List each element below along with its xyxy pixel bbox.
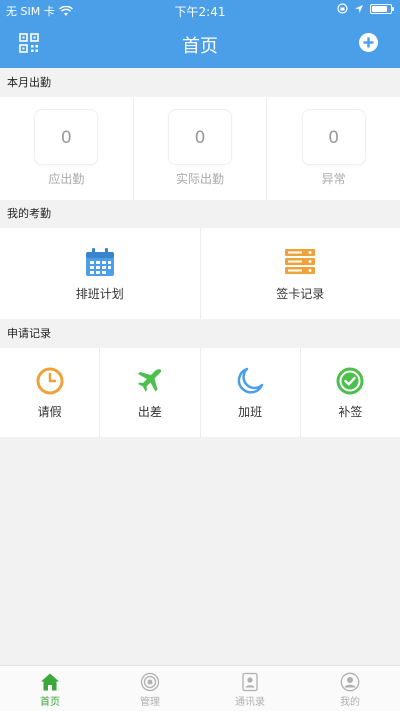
- status-right: [337, 3, 394, 14]
- add-circle-icon[interactable]: [359, 33, 378, 52]
- supplement-sign-label: 补签: [338, 405, 363, 419]
- overtime-button[interactable]: 加班: [201, 348, 301, 437]
- tab-profile[interactable]: 我的: [300, 666, 400, 711]
- moon-icon: [237, 367, 264, 394]
- business-trip-button[interactable]: 出差: [100, 348, 201, 437]
- attendance-abnormal-label: 异常: [321, 172, 346, 186]
- attendance-required-label: 应出勤: [48, 172, 85, 186]
- status-bar: 无 SIM 卡 下午2:41: [0, 0, 400, 20]
- schedule-plan-label: 排班计划: [75, 287, 124, 301]
- clock-records-label: 签卡记录: [276, 287, 325, 301]
- section-requests: 申请记录: [7, 327, 51, 340]
- clock-icon: [36, 367, 64, 395]
- page-title: 首页: [182, 36, 218, 57]
- tab-home-label: 首页: [40, 697, 60, 708]
- tab-home[interactable]: 首页: [0, 666, 100, 711]
- attendance-abnormal[interactable]: 0 异常: [267, 97, 400, 200]
- leave-button[interactable]: 请假: [0, 348, 101, 437]
- nav-bar: 首页: [0, 22, 400, 66]
- attendance-required[interactable]: 0 应出勤: [0, 97, 134, 200]
- battery-level: [372, 5, 388, 12]
- supplement-sign-button[interactable]: 补签: [301, 348, 400, 437]
- section-my-attendance: 我的考勤: [7, 207, 51, 220]
- attendance-actual-label: 实际出勤: [176, 172, 225, 186]
- tab-manage-label: 管理: [140, 697, 160, 708]
- tab-bar: 首页 管理 通讯录 我的: [0, 665, 400, 711]
- header: 无 SIM 卡 下午2:41 首页: [0, 0, 400, 68]
- clock-records-button[interactable]: 签卡记录: [201, 228, 400, 319]
- manage-icon: [140, 672, 160, 692]
- tab-contacts-label: 通讯录: [235, 697, 265, 708]
- requests-grid: 请假 出差 加班 补签: [0, 348, 400, 437]
- tab-profile-label: 我的: [340, 697, 360, 708]
- tab-contacts[interactable]: 通讯录: [200, 666, 300, 711]
- attendance-actual[interactable]: 0 实际出勤: [134, 97, 268, 200]
- attendance-summary: 0 应出勤 0 实际出勤 0 异常: [0, 97, 400, 200]
- profile-icon: [340, 672, 360, 692]
- tab-manage[interactable]: 管理: [100, 666, 200, 711]
- contacts-icon: [242, 672, 258, 692]
- attendance-abnormal-value: 0: [301, 109, 366, 165]
- business-trip-label: 出差: [137, 405, 162, 419]
- section-this-month: 本月出勤: [7, 76, 51, 89]
- leave-label: 请假: [37, 405, 62, 419]
- schedule-plan-button[interactable]: 排班计划: [0, 228, 201, 319]
- overtime-label: 加班: [238, 405, 263, 419]
- attendance-required-value: 0: [34, 109, 99, 165]
- battery-icon: [370, 3, 394, 14]
- location-icon: [355, 4, 363, 13]
- check-circle-icon: [336, 367, 364, 395]
- home-icon: [41, 673, 59, 691]
- orientation-lock-icon: [337, 3, 348, 14]
- my-attendance-grid: 排班计划 签卡记录: [0, 228, 400, 319]
- airplane-icon: [137, 369, 161, 392]
- records-icon: [285, 249, 316, 274]
- calendar-icon: [85, 248, 114, 276]
- attendance-actual-value: 0: [168, 109, 232, 165]
